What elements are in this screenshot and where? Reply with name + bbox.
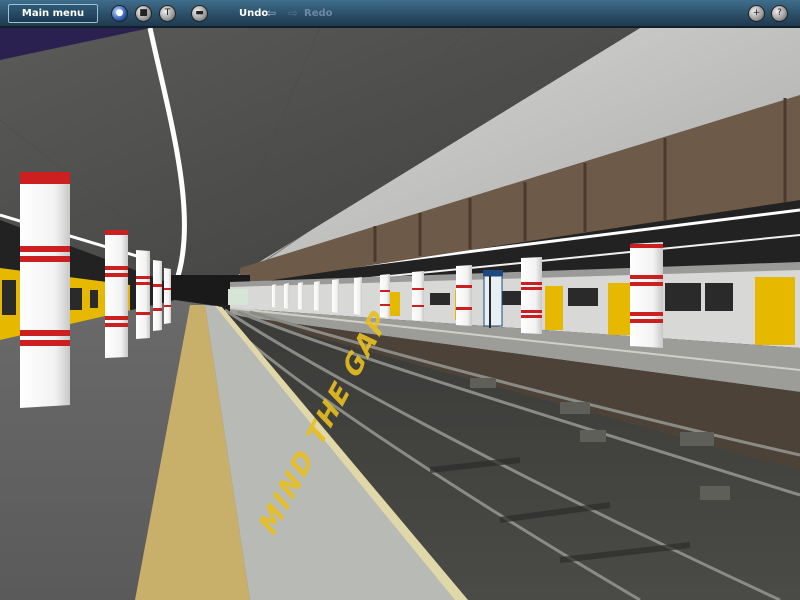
pillar (456, 265, 472, 326)
pillar (630, 242, 663, 348)
pillar (298, 282, 303, 310)
disk-icon[interactable]: ▬ (191, 5, 208, 22)
pillar (380, 274, 390, 318)
undo-arrow-icon[interactable]: ⇦ (266, 6, 280, 20)
pillar (354, 277, 362, 315)
station-scene (0, 28, 800, 600)
pillar (332, 279, 339, 313)
globe-icon[interactable]: ● (111, 5, 128, 22)
viewport-3d[interactable]: MIND THE GAP (0, 28, 800, 600)
pillar (136, 250, 150, 339)
pillar (272, 284, 276, 308)
help-icon[interactable]: ? (771, 5, 788, 22)
redo-arrow-icon: ⇨ (288, 6, 299, 20)
pillar (20, 172, 70, 408)
undo-button[interactable]: Undo (239, 8, 268, 19)
main-menu-button[interactable]: Main menu (8, 4, 98, 23)
info-board (483, 270, 503, 328)
wrench-icon[interactable]: T (159, 5, 176, 22)
pillar (314, 281, 320, 311)
pillar (521, 257, 542, 334)
stop-icon[interactable]: ■ (135, 5, 152, 22)
pillar (153, 260, 162, 331)
pillar (105, 230, 128, 358)
top-toolbar: Main menu ● ■ T ▬ Undo ⇦ ⇨ Redo + ? (0, 0, 800, 28)
far-sign (228, 289, 248, 305)
plus-icon[interactable]: + (748, 5, 765, 22)
pillar (164, 268, 171, 324)
redo-button: Redo (304, 8, 333, 19)
pillar (412, 271, 424, 321)
pillar (284, 283, 289, 309)
